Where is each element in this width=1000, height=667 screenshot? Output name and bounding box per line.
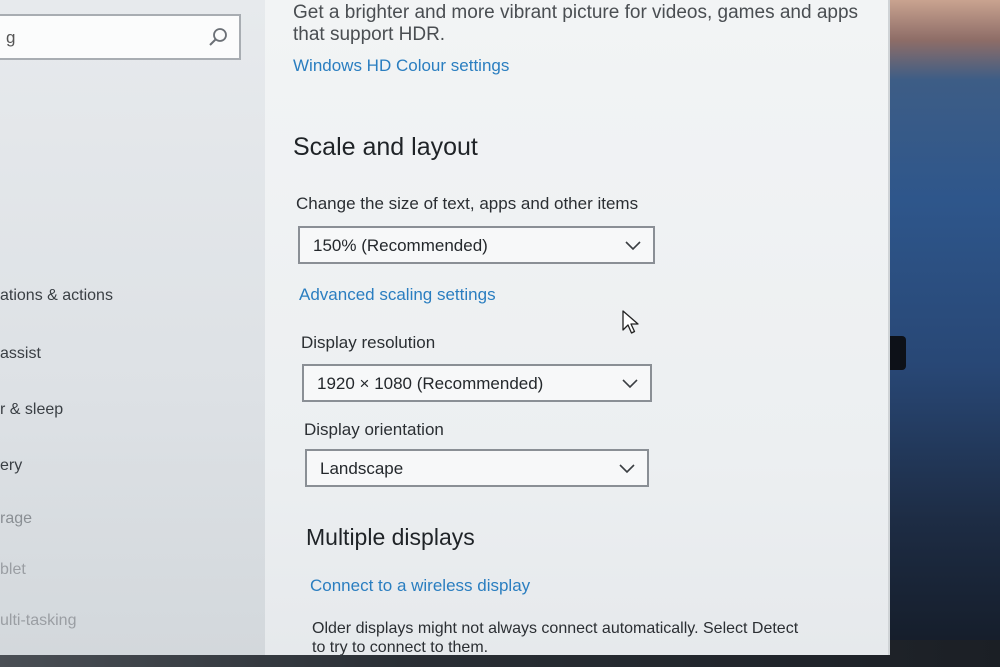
sidebar-item-multitasking[interactable]: ulti-tasking xyxy=(0,612,76,630)
older-displays-note-line2: to try to connect to them. xyxy=(312,639,489,655)
sidebar-item-notifications[interactable]: ations & actions xyxy=(0,287,113,305)
resolution-label: Display resolution xyxy=(301,333,436,352)
resolution-dropdown[interactable]: 1920 × 1080 (Recommended) xyxy=(302,364,652,402)
hdr-description-line1: Get a brighter and more vibrant picture … xyxy=(293,2,859,23)
multiple-displays-heading: Multiple displays xyxy=(306,524,475,550)
hdr-description-line2: that support HDR. xyxy=(293,24,446,45)
windows-hd-colour-link[interactable]: Windows HD Colour settings xyxy=(293,56,509,76)
sidebar-item-focus-assist[interactable]: assist xyxy=(0,345,41,363)
advanced-scaling-link[interactable]: Advanced scaling settings xyxy=(299,285,496,305)
search-icon[interactable] xyxy=(207,26,229,48)
scale-layout-heading: Scale and layout xyxy=(293,133,478,161)
chevron-down-icon xyxy=(619,464,635,474)
orientation-dropdown[interactable]: Landscape xyxy=(305,449,649,487)
connect-wireless-display-link[interactable]: Connect to a wireless display xyxy=(310,576,530,596)
mouse-cursor-icon xyxy=(622,310,639,334)
resolution-dropdown-value: 1920 × 1080 (Recommended) xyxy=(317,374,544,393)
sidebar: ations & actions assist r & sleep ery ra… xyxy=(0,0,265,655)
sidebar-item-battery[interactable]: ery xyxy=(0,457,22,475)
orientation-dropdown-value: Landscape xyxy=(320,459,404,478)
display-settings-panel: Get a brighter and more vibrant picture … xyxy=(265,0,888,655)
scale-dropdown-value: 150% (Recommended) xyxy=(313,236,488,255)
scale-dropdown[interactable]: 150% (Recommended) xyxy=(298,226,655,264)
chevron-down-icon xyxy=(625,241,641,251)
chevron-down-icon xyxy=(622,379,638,389)
settings-window: ations & actions assist r & sleep ery ra… xyxy=(0,0,890,655)
sidebar-item-power-sleep[interactable]: r & sleep xyxy=(0,401,63,419)
search-input[interactable] xyxy=(4,26,198,50)
sidebar-item-storage[interactable]: rage xyxy=(0,510,32,528)
scale-label: Change the size of text, apps and other … xyxy=(296,194,639,213)
sidebar-item-tablet[interactable]: blet xyxy=(0,561,26,579)
older-displays-note-line1: Older displays might not always connect … xyxy=(312,620,799,637)
orientation-label: Display orientation xyxy=(304,420,444,439)
search-box[interactable] xyxy=(0,14,241,60)
